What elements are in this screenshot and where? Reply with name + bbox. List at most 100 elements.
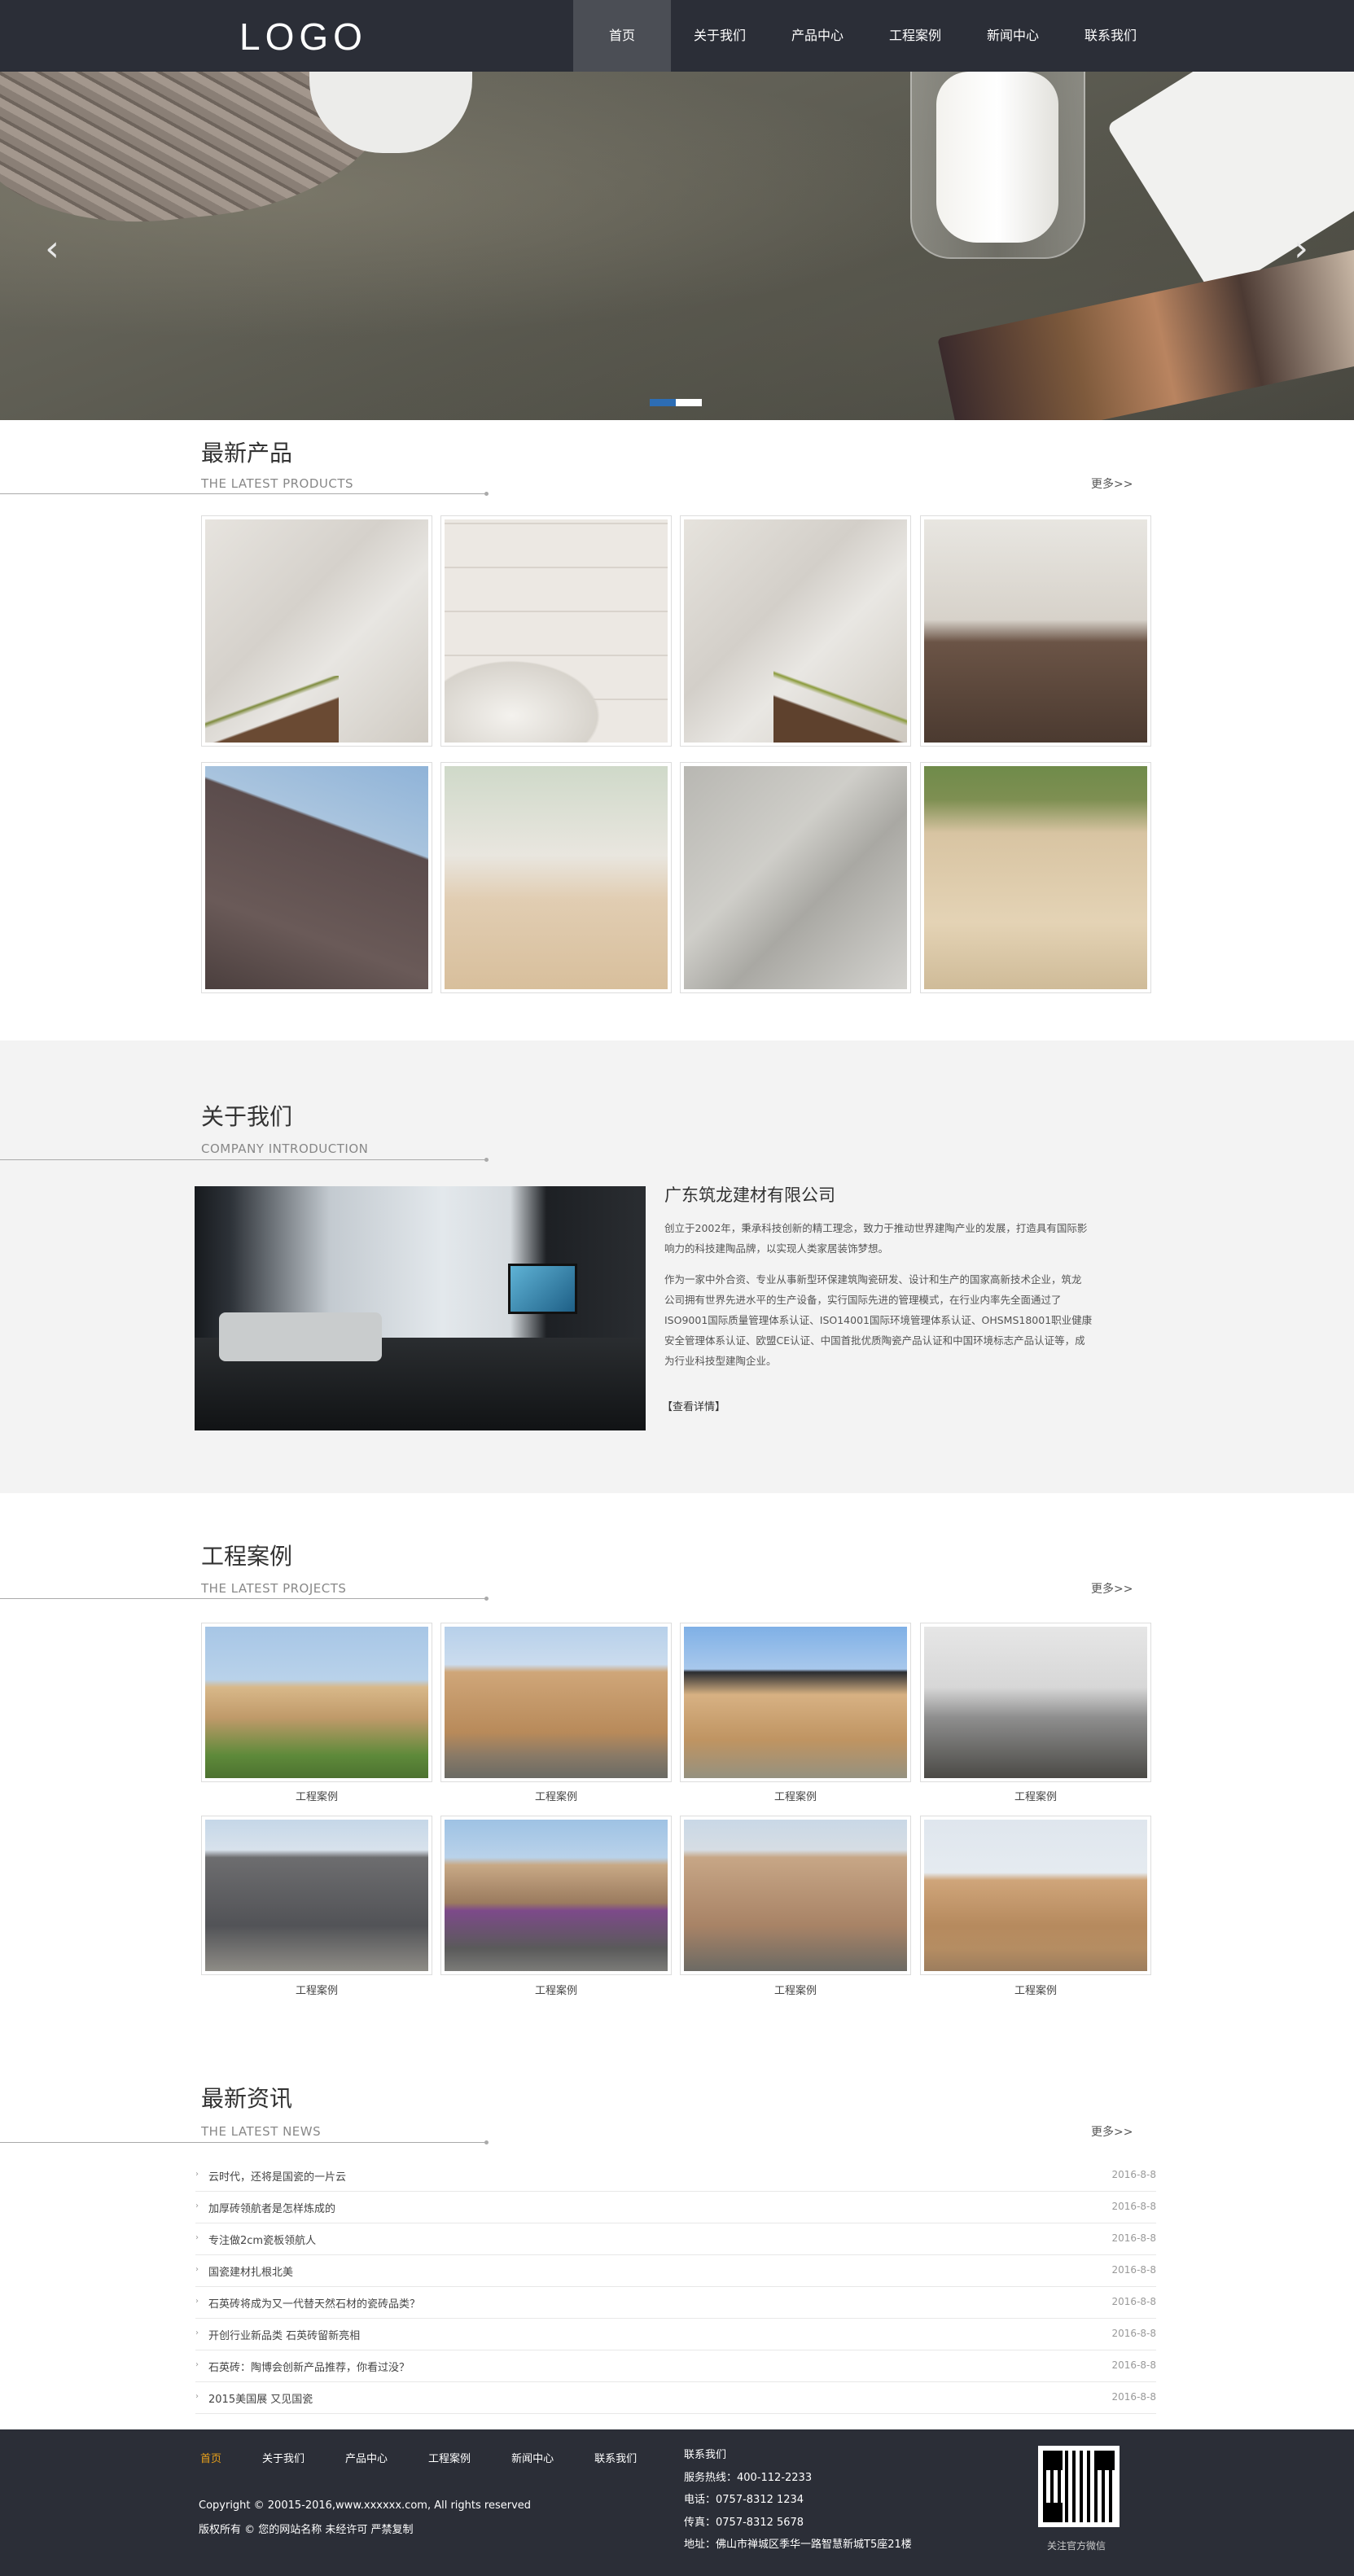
news-item-title[interactable]: 开创行业新品类 石英砖留新亮相	[208, 2327, 360, 2342]
site-header: LOGO 首页 关于我们 产品中心 工程案例 新闻中心 联系我们	[0, 0, 1354, 72]
news-item[interactable]: › 加厚砖领航者是怎样炼成的 2016-8-8	[195, 2192, 1156, 2223]
product-thumb-8[interactable]	[920, 762, 1151, 993]
contact-hotline: 服务热线：400-112-2233	[684, 2471, 813, 2484]
about-intro-line: 创立于2002年，秉承科技创新的精工理念，致力于推动世界建陶产业的发展，打造具有…	[664, 1222, 1088, 1234]
news-item-title[interactable]: 加厚砖领航者是怎样炼成的	[208, 2200, 335, 2215]
product-image	[445, 766, 668, 989]
banner-candle	[936, 72, 1058, 243]
bullet-icon: ›	[195, 2265, 199, 2274]
nav-cases[interactable]: 工程案例	[866, 0, 964, 72]
product-image	[445, 519, 668, 743]
news-item[interactable]: › 国瓷建材扎根北美 2016-8-8	[195, 2255, 1156, 2287]
products-title: 最新产品	[201, 440, 293, 467]
product-thumb-1[interactable]	[201, 515, 432, 747]
banner-pagination	[650, 399, 702, 406]
news-item-title[interactable]: 2015美国展 又见国瓷	[208, 2390, 313, 2406]
bullet-icon: ›	[195, 2170, 199, 2179]
nav-contact[interactable]: 联系我们	[1062, 0, 1159, 72]
chevron-right-icon[interactable]: ›	[1285, 225, 1317, 274]
site-logo[interactable]: LOGO	[239, 15, 367, 59]
news-item-date: 2016-8-8	[1111, 2328, 1156, 2339]
product-thumb-4[interactable]	[920, 515, 1151, 747]
news-item-title[interactable]: 专注做2cm瓷板领航人	[208, 2232, 316, 2247]
news-item-date: 2016-8-8	[1111, 2201, 1156, 2212]
case-image	[684, 1820, 907, 1971]
case-caption[interactable]: 工程案例	[680, 1788, 911, 1803]
bullet-icon: ›	[195, 2233, 199, 2242]
footer-nav-cases[interactable]: 工程案例	[428, 2450, 471, 2465]
about-details-link[interactable]: 【查看详情】	[662, 1398, 725, 1413]
news-item[interactable]: › 2015美国展 又见国瓷 2016-8-8	[195, 2382, 1156, 2414]
nav-home[interactable]: 首页	[573, 0, 671, 72]
case-thumb-7[interactable]	[680, 1816, 911, 1975]
product-image	[205, 766, 428, 989]
news-list: › 云时代，还将是国瓷的一片云 2016-8-8 › 加厚砖领航者是怎样炼成的 …	[195, 2160, 1156, 2414]
news-item[interactable]: › 石英砖：陶博会创新产品推荐，你看过没？ 2016-8-8	[195, 2350, 1156, 2382]
case-caption[interactable]: 工程案例	[201, 1982, 432, 1997]
news-item[interactable]: › 开创行业新品类 石英砖留新亮相 2016-8-8	[195, 2319, 1156, 2350]
about-divider	[0, 1158, 489, 1162]
case-thumb-5[interactable]	[201, 1816, 432, 1975]
about-title: 关于我们	[201, 1103, 293, 1130]
banner-dot-1[interactable]	[650, 399, 676, 406]
case-caption[interactable]: 工程案例	[201, 1788, 432, 1803]
bullet-icon: ›	[195, 2360, 199, 2369]
contact-fax: 传真：0757-8312 5678	[684, 2516, 804, 2529]
cases-subtitle: THE LATEST PROJECTS	[201, 1581, 347, 1596]
case-thumb-3[interactable]	[680, 1623, 911, 1782]
product-image	[684, 519, 907, 743]
case-caption[interactable]: 工程案例	[680, 1982, 911, 1997]
news-item[interactable]: › 石英砖将成为又一代替天然石材的瓷砖品类？ 2016-8-8	[195, 2287, 1156, 2319]
chevron-left-icon[interactable]: ‹	[36, 225, 68, 274]
case-image	[684, 1627, 907, 1778]
contact-phone: 电话：0757-8312 1234	[684, 2494, 804, 2506]
product-thumb-5[interactable]	[201, 762, 432, 993]
footer-nav-about[interactable]: 关于我们	[262, 2450, 305, 2465]
nav-products[interactable]: 产品中心	[769, 0, 866, 72]
footer-nav-news[interactable]: 新闻中心	[511, 2450, 554, 2465]
news-item-title[interactable]: 国瓷建材扎根北美	[208, 2263, 293, 2279]
news-item-title[interactable]: 云时代，还将是国瓷的一片云	[208, 2168, 346, 2184]
footer-nav-contact[interactable]: 联系我们	[594, 2450, 637, 2465]
contact-address: 地址：佛山市禅城区季华一路智慧新城T5座21楼	[684, 2539, 912, 2551]
product-thumb-2[interactable]	[440, 515, 672, 747]
cases-more-link[interactable]: 更多>>	[1091, 1580, 1133, 1597]
product-thumb-6[interactable]	[440, 762, 672, 993]
case-thumb-6[interactable]	[440, 1816, 672, 1975]
about-image-sofa	[219, 1312, 382, 1361]
wechat-qr-code	[1038, 2446, 1120, 2527]
product-thumb-3[interactable]	[680, 515, 911, 747]
banner-dot-2[interactable]	[676, 399, 702, 406]
news-item-title[interactable]: 石英砖：陶博会创新产品推荐，你看过没？	[208, 2359, 410, 2374]
case-thumb-4[interactable]	[920, 1623, 1151, 1782]
contact-title: 联系我们	[684, 2449, 727, 2461]
news-more-link[interactable]: 更多>>	[1091, 2123, 1133, 2140]
product-image	[924, 766, 1147, 989]
qr-caption: 关注官方微信	[1047, 2540, 1106, 2552]
nav-about[interactable]: 关于我们	[671, 0, 769, 72]
case-caption[interactable]: 工程案例	[440, 1788, 672, 1803]
case-thumb-2[interactable]	[440, 1623, 672, 1782]
bullet-icon: ›	[195, 2297, 199, 2306]
bullet-icon: ›	[195, 2201, 199, 2210]
rights-text: 版权所有 © 您的网站名称 未经许可 严禁复制	[199, 2524, 414, 2536]
news-item[interactable]: › 专注做2cm瓷板领航人 2016-8-8	[195, 2223, 1156, 2255]
news-item[interactable]: › 云时代，还将是国瓷的一片云 2016-8-8	[195, 2160, 1156, 2192]
case-thumb-1[interactable]	[201, 1623, 432, 1782]
case-caption[interactable]: 工程案例	[920, 1788, 1151, 1803]
cases-title: 工程案例	[201, 1543, 293, 1570]
footer-nav-products[interactable]: 产品中心	[345, 2450, 388, 2465]
case-caption[interactable]: 工程案例	[440, 1982, 672, 1997]
footer-nav-home[interactable]: 首页	[200, 2450, 221, 2465]
news-item-title[interactable]: 石英砖将成为又一代替天然石材的瓷砖品类？	[208, 2295, 420, 2311]
footer-nav: 首页 关于我们 产品中心 工程案例 新闻中心 联系我们	[200, 2450, 677, 2465]
about-subtitle: COMPANY INTRODUCTION	[201, 1141, 369, 1156]
case-thumb-8[interactable]	[920, 1816, 1151, 1975]
products-more-link[interactable]: 更多>>	[1091, 475, 1133, 492]
about-detail-line: 为行业科技型建陶企业。	[664, 1355, 777, 1367]
news-item-date: 2016-8-8	[1111, 2264, 1156, 2276]
bullet-icon: ›	[195, 2392, 199, 2401]
nav-news[interactable]: 新闻中心	[964, 0, 1062, 72]
product-thumb-7[interactable]	[680, 762, 911, 993]
case-caption[interactable]: 工程案例	[920, 1982, 1151, 1997]
